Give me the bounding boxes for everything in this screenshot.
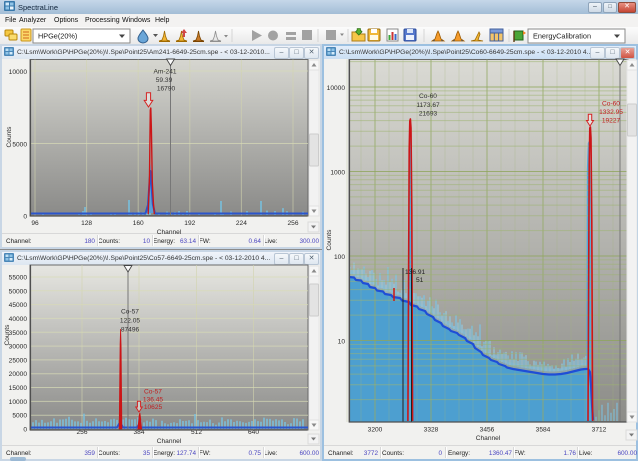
svg-text:EnergyCalibration: EnergyCalibration [533, 32, 591, 41]
svg-text:HPGe(20%): HPGe(20%) [38, 32, 77, 41]
